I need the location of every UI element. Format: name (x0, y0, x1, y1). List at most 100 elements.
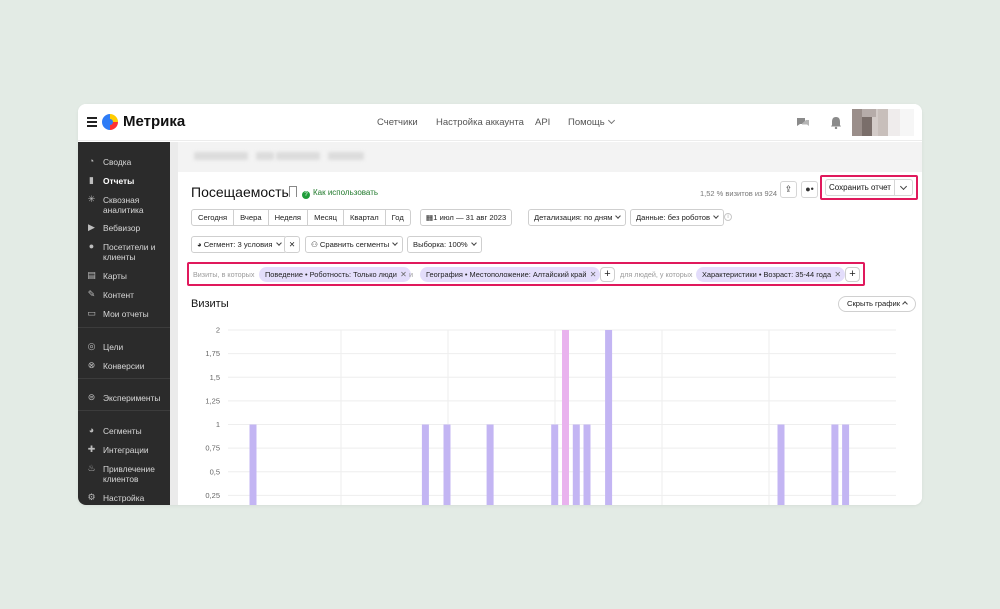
chart-bar[interactable] (583, 424, 591, 506)
target-icon: ◎ (87, 341, 96, 351)
sidebar-item-label: Посетители и клиенты (103, 242, 156, 262)
save-options-button[interactable] (894, 179, 913, 196)
chevron-down-icon (899, 182, 908, 191)
y-tick-label: 1,75 (205, 349, 220, 358)
sidebar-item-label: Эксперименты (103, 393, 161, 403)
period-week-button[interactable]: Неделя (269, 210, 309, 225)
sidebar-item-segments[interactable]: ◕ Сегменты (78, 425, 170, 437)
sidebar-item-acquisition[interactable]: ♨ Привлечение клиентов (78, 464, 170, 485)
y-tick-label: 1 (216, 420, 220, 429)
sidebar-item-settings[interactable]: ⚙ Настройка (78, 493, 170, 504)
gauge-icon: ◔ (88, 156, 95, 166)
chart-bar[interactable] (605, 330, 613, 505)
sidebar: ◔ Сводка ▮ Отчеты ✳ Сквозная аналитика ▶ Веб… (78, 142, 170, 505)
filter-chip-robots[interactable]: Поведение • Роботность: Только люди ✕ (259, 267, 411, 282)
sidebar-item-visitors[interactable]: ● Посетители и клиенты (78, 242, 170, 263)
puzzle-icon: ✚ (87, 444, 96, 454)
blurred-counter-name (256, 152, 274, 160)
sidebar-divider (78, 327, 170, 328)
period-yesterday-button[interactable]: Вчера (234, 210, 269, 225)
logo-text[interactable]: Метрика (123, 113, 185, 130)
share-icon: ⇪ (784, 184, 793, 194)
conversion-icon: ⊗ (87, 360, 96, 370)
period-quarter-button[interactable]: Квартал (344, 210, 386, 225)
chart-bar[interactable] (777, 424, 785, 506)
experiment-icon: ⊜ (87, 392, 96, 402)
chart-bar[interactable] (831, 424, 839, 506)
sidebar-scrollbar[interactable] (170, 142, 178, 505)
chart-bar[interactable] (443, 424, 451, 506)
sidebar-divider (78, 410, 170, 411)
sidebar-item-reports[interactable]: ▮ Отчеты (78, 176, 170, 187)
chevron-down-icon (713, 213, 719, 219)
sidebar-item-webvisor[interactable]: ▶ Вебвизор (78, 222, 170, 234)
period-today-button[interactable]: Сегодня (192, 210, 235, 225)
add-people-filter-button[interactable]: + (845, 267, 860, 282)
chart-bar[interactable] (486, 424, 494, 506)
sidebar-item-label: Сводка (103, 157, 132, 167)
date-range-picker[interactable]: ▦ 1 июл — 31 авг 2023 (420, 209, 513, 226)
bookmark-icon[interactable] (289, 186, 297, 197)
filter-prefix: Визиты, в которых (193, 270, 255, 279)
compare-segments-button[interactable]: ⚇ Сравнить сегменты (305, 236, 404, 253)
sidebar-item-label: Вебвизор (103, 223, 141, 233)
period-year-button[interactable]: Год (386, 210, 410, 225)
close-icon[interactable]: ✕ (834, 267, 841, 282)
segment-select[interactable]: ◕ Сегмент: 3 условия (191, 236, 287, 253)
sidebar-item-maps[interactable]: ▤ Карты (78, 270, 170, 282)
chip-label: Характеристики • Возраст: 35-44 года (702, 270, 832, 279)
export-button[interactable]: ⇪ (780, 181, 797, 198)
chart-bar[interactable] (842, 424, 850, 506)
nav-counters[interactable]: Счетчики (377, 117, 418, 128)
play-icon: ▶ (88, 222, 95, 232)
chat-icon[interactable] (796, 116, 810, 129)
sample-select[interactable]: Выборка: 100% (407, 236, 482, 253)
info-icon[interactable]: i (724, 213, 732, 221)
how-to-use-link[interactable]: ? Как использовать (302, 188, 378, 199)
menu-icon[interactable] (87, 117, 97, 127)
hide-chart-button[interactable]: Скрыть график (838, 296, 917, 312)
close-icon[interactable]: ✕ (590, 267, 597, 282)
clear-segment-button[interactable]: ✕ (284, 236, 300, 253)
chart-bar[interactable] (421, 424, 429, 506)
close-icon[interactable]: ✕ (400, 267, 407, 282)
nav-help[interactable]: Помощь (568, 116, 615, 128)
data-filter-label: Данные: без роботов (636, 213, 711, 222)
data-filter-select[interactable]: Данные: без роботов (630, 209, 725, 226)
blurred-counter-name (276, 152, 320, 160)
save-report-button[interactable]: Сохранить отчет (825, 179, 895, 196)
map-icon: ▤ (87, 270, 96, 280)
sidebar-item-integrations[interactable]: ✚ Интеграции (78, 444, 170, 456)
chart-bar[interactable] (551, 424, 559, 506)
nav-account-settings[interactable]: Настройка аккаунта (436, 117, 524, 128)
chevron-down-icon (275, 240, 282, 246)
filter-chip-age[interactable]: Характеристики • Возраст: 35-44 года ✕ (696, 267, 846, 282)
segments-menu-button[interactable]: ●• (801, 181, 818, 198)
chart-bar[interactable] (249, 424, 257, 506)
sidebar-item-my-reports[interactable]: ▭ Мои отчеты (78, 309, 170, 320)
compare-icon: ⚇ (311, 240, 320, 249)
sidebar-item-experiments[interactable]: ⊜ Эксперименты (78, 392, 170, 404)
chart-bar[interactable] (562, 330, 569, 505)
chart-bar[interactable] (572, 424, 580, 506)
metrika-logo-icon (102, 114, 118, 130)
pie-icon: ◕ (88, 425, 95, 435)
sidebar-item-summary[interactable]: ◔ Сводка (78, 156, 170, 168)
sidebar-item-end-to-end-analytics[interactable]: ✳ Сквозная аналитика (78, 195, 170, 216)
add-visit-filter-button[interactable]: + (600, 267, 615, 282)
dots-icon: ●• (805, 184, 814, 194)
sidebar-item-conversions[interactable]: ⊗ Конверсии (78, 360, 170, 372)
blurred-counter-name (328, 152, 364, 160)
avatar[interactable] (852, 109, 914, 136)
sidebar-item-content[interactable]: ✎ Контент (78, 290, 170, 301)
nav-api[interactable]: API (535, 117, 550, 128)
filter-chip-geo[interactable]: География • Местоположение: Алтайский кр… (420, 267, 601, 282)
nav-help-label: Помощь (568, 117, 605, 128)
sidebar-item-goals[interactable]: ◎ Цели (78, 341, 170, 353)
detail-select[interactable]: Детализация: по дням (528, 209, 627, 226)
bell-icon[interactable] (829, 116, 843, 129)
sidebar-item-label: Отчеты (103, 176, 135, 186)
sidebar-item-label: Цели (103, 342, 124, 352)
period-month-button[interactable]: Месяц (308, 210, 344, 225)
pie-icon: ◕ (197, 240, 204, 249)
